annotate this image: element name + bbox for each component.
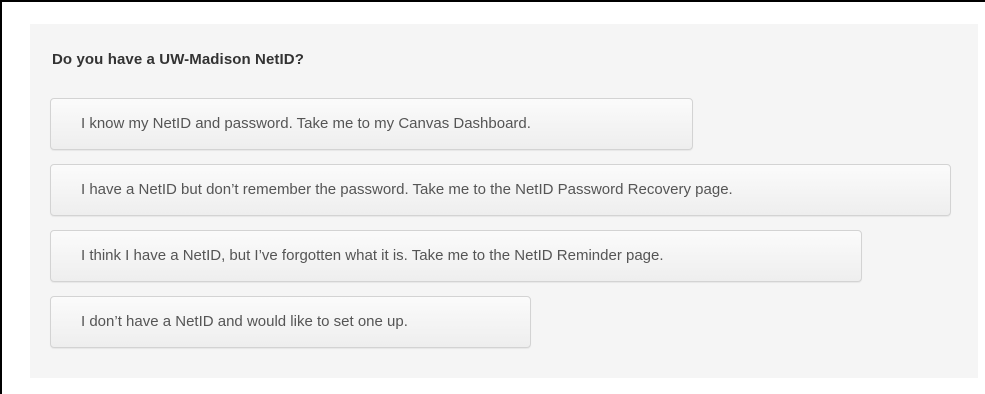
window-frame: Do you have a UW-Madison NetID? I know m…	[0, 0, 985, 394]
netid-reminder-button[interactable]: I think I have a NetID, but I’ve forgott…	[50, 230, 862, 282]
netid-question-heading: Do you have a UW-Madison NetID?	[52, 51, 304, 68]
netid-question-panel: Do you have a UW-Madison NetID? I know m…	[30, 24, 978, 378]
password-recovery-button[interactable]: I have a NetID but don’t remember the pa…	[50, 164, 951, 216]
canvas-dashboard-button[interactable]: I know my NetID and password. Take me to…	[50, 98, 693, 150]
setup-netid-button[interactable]: I don’t have a NetID and would like to s…	[50, 296, 531, 348]
